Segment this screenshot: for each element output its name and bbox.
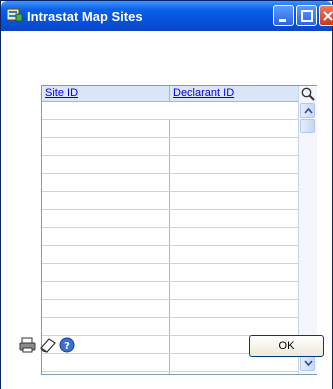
close-button[interactable] bbox=[319, 5, 333, 26]
table-row[interactable] bbox=[42, 120, 298, 138]
title-bar[interactable]: Intrastat Map Sites bbox=[1, 1, 333, 31]
table-row[interactable] bbox=[42, 156, 298, 174]
table-row[interactable] bbox=[42, 192, 298, 210]
chevron-down-icon bbox=[304, 360, 313, 367]
grid-rows bbox=[42, 102, 298, 372]
vertical-scrollbar[interactable] bbox=[298, 86, 317, 374]
window-title: Intrastat Map Sites bbox=[27, 9, 143, 24]
scroll-down-button[interactable] bbox=[300, 356, 315, 371]
svg-text:?: ? bbox=[64, 341, 70, 352]
table-row[interactable] bbox=[42, 210, 298, 228]
table-row[interactable] bbox=[42, 246, 298, 264]
maximize-icon bbox=[301, 10, 313, 22]
column-header-declarant-id[interactable]: Declarant ID bbox=[173, 87, 234, 99]
scroll-up-button[interactable] bbox=[300, 103, 315, 118]
dialog-window: Intrastat Map Sites Site ID Declarant ID bbox=[0, 0, 333, 389]
note-icon[interactable] bbox=[39, 337, 57, 353]
table-row[interactable] bbox=[42, 318, 298, 336]
ok-button[interactable]: OK bbox=[249, 335, 324, 357]
scroll-thumb[interactable] bbox=[300, 119, 315, 133]
table-row[interactable] bbox=[42, 264, 298, 282]
help-icon[interactable]: ? bbox=[59, 337, 77, 353]
table-row[interactable] bbox=[42, 102, 298, 120]
table-row[interactable] bbox=[42, 174, 298, 192]
chevron-up-icon bbox=[304, 107, 313, 114]
close-icon bbox=[323, 11, 333, 21]
grid-header: Site ID Declarant ID bbox=[42, 86, 298, 102]
table-row[interactable] bbox=[42, 282, 298, 300]
sites-grid[interactable]: Site ID Declarant ID bbox=[41, 85, 317, 375]
printer-icon[interactable] bbox=[19, 337, 37, 353]
table-row[interactable] bbox=[42, 300, 298, 318]
minimize-button[interactable] bbox=[273, 5, 294, 26]
table-row[interactable] bbox=[42, 138, 298, 156]
app-icon bbox=[6, 8, 23, 22]
column-header-site-id[interactable]: Site ID bbox=[45, 87, 78, 99]
table-row[interactable] bbox=[42, 228, 298, 246]
zoom-icon[interactable] bbox=[300, 86, 316, 102]
minimize-icon bbox=[279, 19, 286, 22]
maximize-button[interactable] bbox=[296, 5, 317, 26]
